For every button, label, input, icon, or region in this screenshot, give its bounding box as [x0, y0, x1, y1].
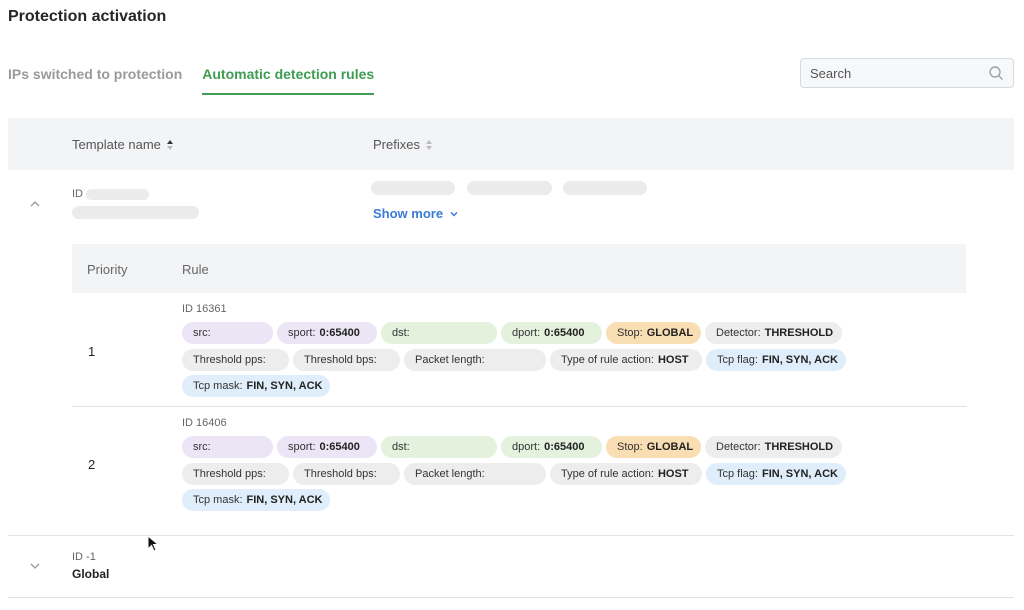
chip-line: Threshold pps: Threshold bps: Packet len…	[182, 463, 850, 485]
chip-src: src:	[182, 322, 273, 344]
rule-row: 2 ID 16406 src: sport: 0:65400 dst: dport…	[72, 414, 966, 520]
chevron-down-icon	[450, 211, 458, 217]
chip-src: src:	[182, 436, 273, 458]
redacted-prefix	[371, 181, 455, 195]
chip-stop: Stop: GLOBAL	[606, 322, 701, 344]
chip-rule-action: Type of rule action: HOST	[550, 463, 702, 485]
chip-detector: Detector: THRESHOLD	[705, 322, 842, 344]
chip-packet-length: Packet length:	[404, 463, 546, 485]
chip-dst: dst:	[381, 322, 497, 344]
chip-line: src: sport: 0:65400 dst: dport: 0:65400 St…	[182, 322, 846, 344]
search-box[interactable]	[800, 58, 1014, 88]
tab-ips-switched[interactable]: IPs switched to protection	[8, 58, 182, 95]
column-priority: Priority	[87, 262, 128, 277]
rule-row: 1 ID 16361 src: sport: 0:65400 dst: dport…	[72, 300, 966, 406]
table-header: Template name Prefixes	[8, 118, 1014, 170]
mouse-cursor-icon	[147, 535, 159, 552]
tab-bar: IPs switched to protection Automatic det…	[8, 58, 394, 96]
chip-detector: Detector: THRESHOLD	[705, 436, 842, 458]
chip-line: Threshold pps: Threshold bps: Packet len…	[182, 349, 850, 371]
chevron-up-icon[interactable]	[28, 197, 42, 211]
chip-threshold-bps: Threshold bps:	[293, 463, 400, 485]
chip-rule-action: Type of rule action: HOST	[550, 349, 702, 371]
chip-dport: dport: 0:65400	[501, 436, 602, 458]
tab-automatic-detection-rules[interactable]: Automatic detection rules	[202, 58, 375, 95]
rule-id: ID 16406	[182, 417, 227, 429]
column-prefixes[interactable]: Prefixes	[373, 137, 432, 152]
rule-priority: 2	[88, 457, 96, 472]
chip-line: Tcp mask: FIN, SYN, ACK	[182, 489, 334, 511]
chip-line: src: sport: 0:65400 dst: dport: 0:65400 St…	[182, 436, 846, 458]
column-rule: Rule	[182, 262, 209, 277]
row-divider	[8, 597, 1014, 598]
template-id-label: ID	[72, 188, 83, 200]
chip-tcp-mask: Tcp mask: FIN, SYN, ACK	[182, 375, 330, 397]
chip-dport: dport: 0:65400	[501, 322, 602, 344]
rules-table-header: Priority Rule	[72, 244, 966, 293]
redacted-template-name	[72, 206, 199, 219]
show-more-link[interactable]: Show more	[373, 206, 459, 221]
page-title: Protection activation	[8, 8, 167, 25]
rule-priority: 1	[88, 344, 96, 359]
template-id-label: ID -1	[72, 551, 96, 563]
chip-packet-length: Packet length:	[404, 349, 546, 371]
template-name: Global	[72, 567, 110, 581]
chip-tcp-flag: Tcp flag: FIN, SYN, ACK	[706, 463, 846, 485]
column-template-name[interactable]: Template name	[72, 137, 173, 152]
search-input[interactable]	[810, 65, 988, 81]
redacted-prefix	[467, 181, 552, 195]
row-divider	[72, 406, 967, 407]
search-icon[interactable]	[988, 65, 1004, 81]
chip-threshold-bps: Threshold bps:	[293, 349, 400, 371]
chip-line: Tcp mask: FIN, SYN, ACK	[182, 375, 334, 397]
chevron-down-icon[interactable]	[28, 559, 42, 573]
rule-id: ID 16361	[182, 303, 227, 315]
chip-tcp-mask: Tcp mask: FIN, SYN, ACK	[182, 489, 330, 511]
chip-threshold-pps: Threshold pps:	[182, 349, 289, 371]
chip-threshold-pps: Threshold pps:	[182, 463, 289, 485]
chip-stop: Stop: GLOBAL	[606, 436, 701, 458]
chip-sport: sport: 0:65400	[277, 322, 377, 344]
chip-tcp-flag: Tcp flag: FIN, SYN, ACK	[706, 349, 846, 371]
redacted-prefix	[563, 181, 647, 195]
sort-icon[interactable]	[425, 139, 432, 150]
chip-sport: sport: 0:65400	[277, 436, 377, 458]
redacted-id	[86, 189, 149, 200]
chip-dst: dst:	[381, 436, 497, 458]
sort-icon[interactable]	[166, 139, 173, 150]
